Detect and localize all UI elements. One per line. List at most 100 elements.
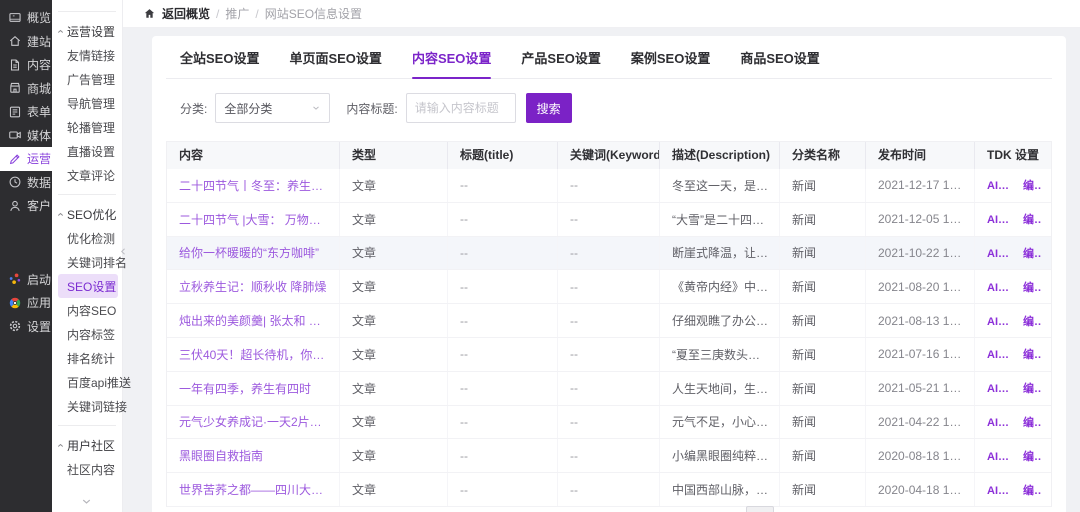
menu-item-baidu-api-push[interactable]: 百度api推送 — [52, 370, 122, 394]
menu-item-content-seo[interactable]: 内容SEO — [52, 298, 122, 322]
menu-item-content-tags[interactable]: 内容标签 — [52, 322, 122, 346]
content-title-link[interactable]: 炖出来的美颜羹| 张太和 雪燕桃胶皂... — [179, 312, 329, 329]
sidebar-item-customer[interactable]: 客户 — [0, 194, 52, 218]
menu-item-carousel-management[interactable]: 轮播管理 — [52, 115, 122, 139]
edit-link[interactable]: 编辑 — [1023, 346, 1041, 362]
menu-section-user-community[interactable]: 用户社区 — [52, 433, 122, 457]
ai-generate-link[interactable]: AI生成 — [987, 177, 1014, 193]
tab-site-seo[interactable]: 全站SEO设置 — [180, 48, 259, 78]
menu-item-ad-management[interactable]: 广告管理 — [52, 67, 122, 91]
sidebar-item-content[interactable]: 内容 — [0, 53, 52, 77]
menu-item-ranking-stats[interactable]: 排名统计 — [52, 346, 122, 370]
edit-link[interactable]: 编辑 — [1023, 279, 1041, 295]
breadcrumb-promotion[interactable]: 推广 — [225, 5, 249, 22]
seo-title-value: -- — [460, 246, 468, 260]
ai-generate-link[interactable]: AI生成 — [987, 346, 1014, 362]
content-title-link[interactable]: 元气少女养成记·一天2片，让这个春... — [179, 413, 329, 430]
search-button[interactable]: 搜索 — [526, 93, 572, 123]
menu-item-seo-settings[interactable]: SEO设置 — [58, 274, 118, 298]
seo-title-cell: -- — [448, 169, 558, 202]
keywords-value: -- — [570, 449, 578, 463]
ai-generate-link[interactable]: AI生成 — [987, 380, 1014, 396]
content-title-link[interactable]: 一年有四季，养生有四时 — [179, 380, 311, 397]
description-value: “大雪”是二十四节气中... — [672, 211, 769, 228]
sidebar-item-media[interactable]: 媒体 — [0, 124, 52, 148]
sidebar-item-data[interactable]: 数据 — [0, 171, 52, 195]
home-icon — [143, 7, 156, 20]
content-title-link[interactable]: 给你一杯暖暖的“东方咖啡” — [179, 244, 319, 261]
edit-link[interactable]: 编辑 — [1023, 448, 1041, 464]
description-value: 断崖式降温，让全国一... — [672, 244, 769, 261]
ai-generate-link[interactable]: AI生成 — [987, 279, 1014, 295]
pagination-stub[interactable] — [746, 506, 774, 512]
sidebar-item-mall[interactable]: 商城 — [0, 77, 52, 101]
edit-link[interactable]: 编辑 — [1023, 414, 1041, 430]
menu-item-community-content[interactable]: 社区内容 — [52, 457, 122, 481]
ai-generate-link[interactable]: AI生成 — [987, 482, 1014, 498]
ai-generate-link[interactable]: AI生成 — [987, 245, 1014, 261]
content-title-link[interactable]: 世界苦荞之都——四川大凉山 — [179, 481, 329, 498]
primary-sidebar-nav: 概览建站内容商城表单媒体运营数据客户 — [0, 6, 52, 218]
content-title-link[interactable]: 二十四节气丨冬至：养生好时节 — [179, 177, 329, 194]
edit-link[interactable]: 编辑 — [1023, 313, 1041, 329]
type-value: 文章 — [352, 177, 376, 194]
content-title-link[interactable]: 二十四节气 |大雪： 万物冬藏待春来 — [179, 211, 329, 228]
menu-section-title: 运营设置 — [67, 23, 115, 40]
keywords-cell: -- — [558, 338, 660, 371]
sidebar-item-overview[interactable]: 概览 — [0, 6, 52, 30]
category-cell: 新闻 — [780, 304, 866, 337]
edit-link[interactable]: 编辑 — [1023, 211, 1041, 227]
ai-generate-link[interactable]: AI生成 — [987, 313, 1014, 329]
scroll-more-chevron-down-icon[interactable] — [80, 495, 93, 508]
ai-generate-link[interactable]: AI生成 — [987, 414, 1014, 430]
table-header: 内容类型标题(title)关键词(Keywords)描述(Description… — [167, 142, 1051, 169]
settings-icon — [8, 319, 22, 333]
table-row: 二十四节气丨冬至：养生好时节文章----冬至这一天，是身体最...新闻2021-… — [167, 169, 1051, 203]
main-area: 返回概览 / 推广 / 网站SEO信息设置 全站SEO设置单页面SEO设置内容S… — [123, 0, 1080, 512]
category-select[interactable]: 全部分类 — [215, 93, 330, 123]
edit-link[interactable]: 编辑 — [1023, 245, 1041, 261]
sidebar-item-site-builder[interactable]: 建站 — [0, 30, 52, 54]
tab-page-seo[interactable]: 单页面SEO设置 — [289, 48, 381, 78]
menu-item-keyword-links[interactable]: 关键词链接 — [52, 394, 122, 418]
edit-link[interactable]: 编辑 — [1023, 177, 1041, 193]
edit-link[interactable]: 编辑 — [1023, 482, 1041, 498]
filter-row: 分类: 全部分类 内容标题: 搜索 — [180, 93, 1052, 123]
menu-item-keyword-ranking[interactable]: 关键词排名 — [52, 250, 122, 274]
tab-case-seo[interactable]: 案例SEO设置 — [631, 48, 710, 78]
sidebar-item-operation[interactable]: 运营 — [0, 147, 52, 171]
content-title-input[interactable] — [406, 93, 516, 123]
menu-item-article-comments[interactable]: 文章评论 — [52, 163, 122, 187]
menu-section-seo-optimize[interactable]: SEO优化 — [52, 202, 122, 226]
data-icon — [8, 175, 22, 189]
tab-goods-seo[interactable]: 商品SEO设置 — [740, 48, 819, 78]
tab-product-seo[interactable]: 产品SEO设置 — [521, 48, 600, 78]
sidebar-item-form[interactable]: 表单 — [0, 100, 52, 124]
breadcrumb-back-overview[interactable]: 返回概览 — [162, 5, 210, 22]
menu-item-nav-management[interactable]: 导航管理 — [52, 91, 122, 115]
sidebar-item-apps[interactable]: 应用 — [0, 291, 52, 315]
tdk-actions-cell: AI生成编辑 — [975, 237, 1051, 270]
caret-up-icon — [56, 441, 65, 450]
content-cell: 二十四节气 |大雪： 万物冬藏待春来 — [167, 203, 340, 236]
content-card: 全站SEO设置单页面SEO设置 内容SEO设置产品SEO设置 案例SEO设置商品SE… — [152, 36, 1066, 512]
sidebar-item-launch[interactable]: 启动 — [0, 268, 52, 292]
ai-generate-link[interactable]: AI生成 — [987, 448, 1014, 464]
content-title-link[interactable]: 三伏40天！超长待机，你准备好了... — [179, 346, 329, 363]
sidebar-item-settings[interactable]: 设置 — [0, 315, 52, 339]
content-title-link[interactable]: 黑眼圈自救指南 — [179, 447, 263, 464]
sidebar-item-label: 媒体 — [27, 127, 51, 144]
tab-content-seo[interactable]: 内容SEO设置 — [412, 48, 491, 78]
menu-item-friend-links[interactable]: 友情链接 — [52, 43, 122, 67]
column-header: 关键词(Keywords) — [558, 142, 660, 169]
menu-item-seo-check[interactable]: 优化检测 — [52, 226, 122, 250]
ai-generate-link[interactable]: AI生成 — [987, 211, 1014, 227]
menu-item-live-settings[interactable]: 直播设置 — [52, 139, 122, 163]
content-title-link[interactable]: 立秋养生记：顺秋收 降肺燥 — [179, 278, 326, 295]
menu-section-operation-settings[interactable]: 运营设置 — [52, 19, 122, 43]
chevron-down-icon — [311, 103, 321, 113]
sidebar-collapse-handle[interactable] — [118, 238, 131, 264]
caret-up-icon — [56, 210, 65, 219]
table-row: 炖出来的美颜羹| 张太和 雪燕桃胶皂...文章----仔细观瞧了办公室每一...… — [167, 304, 1051, 338]
edit-link[interactable]: 编辑 — [1023, 380, 1041, 396]
